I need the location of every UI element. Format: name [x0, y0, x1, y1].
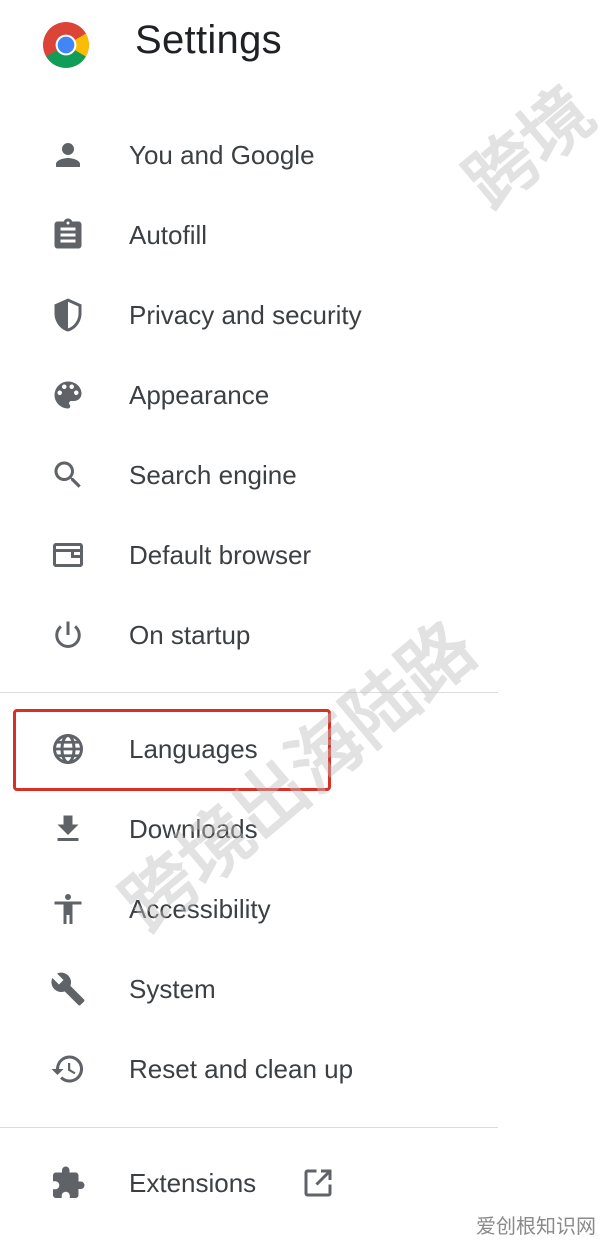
menu-item-reset-and-clean-up[interactable]: Reset and clean up [0, 1037, 500, 1101]
download-icon [50, 811, 86, 847]
menu-item-label: Downloads [129, 814, 258, 844]
menu-item-autofill[interactable]: Autofill [0, 203, 500, 267]
menu-item-you-and-google[interactable]: You and Google [0, 123, 500, 187]
wrench-icon [50, 971, 86, 1007]
menu-item-label: Extensions [129, 1168, 257, 1198]
menu-item-extensions[interactable]: Extensions [0, 1151, 500, 1215]
menu-item-label: On startup [129, 620, 251, 650]
menu-item-label: Reset and clean up [129, 1054, 354, 1084]
palette-icon [50, 377, 86, 413]
menu-divider [0, 1127, 498, 1128]
menu-item-label: Appearance [129, 380, 270, 410]
menu-item-system[interactable]: System [0, 957, 500, 1021]
menu-item-label: Accessibility [129, 894, 271, 924]
search-icon [50, 457, 86, 493]
menu-item-label: Privacy and security [129, 300, 362, 330]
person-icon [50, 137, 86, 173]
shield-icon [50, 297, 86, 333]
power-icon [50, 617, 86, 653]
footer-watermark: 爱创根知识网 [476, 1214, 596, 1238]
open-in-new-icon[interactable] [300, 1165, 336, 1201]
menu-item-appearance[interactable]: Appearance [0, 363, 500, 427]
menu-item-accessibility[interactable]: Accessibility [0, 877, 500, 941]
menu-divider [0, 692, 498, 693]
clipboard-icon [50, 217, 86, 253]
menu-item-label: System [129, 974, 216, 1004]
accessibility-icon [50, 891, 86, 927]
menu-item-default-browser[interactable]: Default browser [0, 523, 500, 587]
menu-item-search-engine[interactable]: Search engine [0, 443, 500, 507]
settings-sidebar-menu: You and Google Autofill Privacy and secu… [0, 0, 604, 1245]
menu-item-label: You and Google [129, 140, 315, 170]
history-icon [50, 1051, 86, 1087]
menu-item-privacy-and-security[interactable]: Privacy and security [0, 283, 500, 347]
menu-item-label: Default browser [129, 540, 312, 570]
menu-item-label: Autofill [129, 220, 208, 250]
highlight-box [13, 709, 331, 791]
puzzle-icon [50, 1165, 86, 1201]
menu-item-downloads[interactable]: Downloads [0, 797, 500, 861]
browser-window-icon [50, 537, 86, 573]
menu-item-on-startup[interactable]: On startup [0, 603, 500, 667]
menu-item-label: Search engine [129, 460, 297, 490]
